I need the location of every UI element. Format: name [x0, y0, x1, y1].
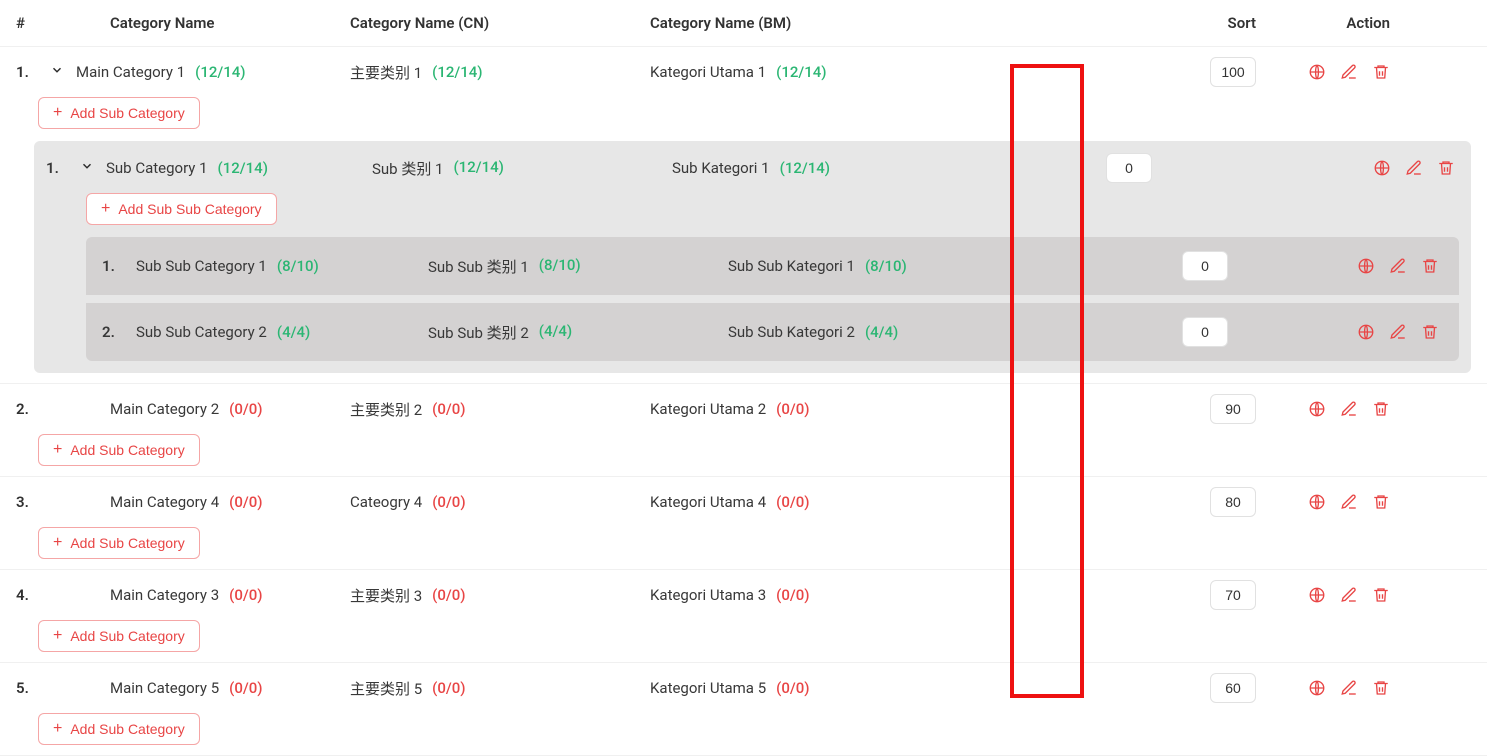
category-name: Main Category 4	[110, 493, 219, 511]
sub-category-name: Sub Category 1	[106, 159, 208, 177]
table-row: 4. Main Category 3 (0/0) 主要类别 3(0/0) Kat…	[0, 570, 1487, 663]
table-row: 2. Main Category 2 (0/0) 主要类别 2(0/0) Kat…	[0, 384, 1487, 477]
edit-icon[interactable]	[1340, 63, 1358, 81]
globe-icon[interactable]	[1357, 323, 1375, 341]
add-sub-category-button[interactable]: +Add Sub Category	[38, 620, 200, 652]
sort-input[interactable]	[1210, 487, 1256, 517]
header-bm: Category Name (BM)	[650, 14, 940, 32]
plus-icon: +	[53, 104, 62, 122]
trash-icon[interactable]	[1372, 400, 1390, 418]
plus-icon: +	[53, 627, 62, 645]
trash-icon[interactable]	[1372, 586, 1390, 604]
sort-input[interactable]	[1182, 317, 1228, 347]
table-row: 5. Main Category 5 (0/0) 主要类别 5(0/0) Kat…	[0, 663, 1487, 756]
plus-icon: +	[53, 441, 62, 459]
header-index: #	[16, 14, 50, 32]
sort-input[interactable]	[1210, 394, 1256, 424]
sort-input[interactable]	[1210, 57, 1256, 87]
edit-icon[interactable]	[1340, 400, 1358, 418]
category-count: (12/14)	[195, 63, 245, 81]
table-row: 1. Sub Sub Category 1 (8/10) Sub Sub 类别 …	[86, 237, 1459, 303]
edit-icon[interactable]	[1340, 493, 1358, 511]
header-cn: Category Name (CN)	[350, 14, 650, 32]
category-name: Main Category 1	[76, 63, 185, 81]
sort-input[interactable]	[1210, 673, 1256, 703]
sub-sub-panel: 1. Sub Sub Category 1 (8/10) Sub Sub 类别 …	[86, 237, 1459, 361]
edit-icon[interactable]	[1340, 586, 1358, 604]
globe-icon[interactable]	[1308, 63, 1326, 81]
header-action: Action	[1280, 14, 1390, 32]
add-sub-category-button[interactable]: +Add Sub Category	[38, 527, 200, 559]
subsub-bm: Sub Sub Kategori 2	[728, 323, 855, 341]
add-sub-sub-category-button[interactable]: + Add Sub Sub Category	[86, 193, 277, 225]
trash-icon[interactable]	[1437, 159, 1455, 177]
globe-icon[interactable]	[1308, 586, 1326, 604]
chevron-down-icon[interactable]	[80, 159, 106, 177]
edit-icon[interactable]	[1389, 323, 1407, 341]
trash-icon[interactable]	[1421, 257, 1439, 275]
globe-icon[interactable]	[1308, 493, 1326, 511]
header-name: Category Name	[50, 14, 350, 32]
subsub-bm: Sub Sub Kategori 1	[728, 257, 855, 275]
category-name-cn: 主要类别 1	[350, 62, 422, 83]
sort-input[interactable]	[1106, 153, 1152, 183]
category-name: Main Category 3	[110, 586, 219, 604]
add-sub-category-button[interactable]: +Add Sub Category	[38, 713, 200, 745]
add-sub-category-button[interactable]: +Add Sub Category	[38, 434, 200, 466]
sub-category-panel: 1. Sub Category 1 (12/14) Sub 类别 1 (12/1…	[34, 141, 1471, 373]
subsub-cn: Sub Sub 类别 1	[428, 256, 529, 277]
sub-category-bm: Sub Kategori 1	[672, 159, 770, 177]
table-row: 1. Main Category 1 (12/14) 主要类别 1 (12/14…	[0, 47, 1487, 384]
category-count-bm: (12/14)	[776, 63, 826, 81]
subsub-cn: Sub Sub 类别 2	[428, 322, 529, 343]
edit-icon[interactable]	[1405, 159, 1423, 177]
category-count-cn: (12/14)	[432, 63, 482, 81]
edit-icon[interactable]	[1340, 679, 1358, 697]
header-sort: Sort	[940, 14, 1280, 32]
sort-input[interactable]	[1182, 251, 1228, 281]
table-header: # Category Name Category Name (CN) Categ…	[0, 0, 1487, 47]
category-name: Main Category 5	[110, 679, 219, 697]
add-sub-category-button[interactable]: + Add Sub Category	[38, 97, 200, 129]
category-name: Main Category 2	[110, 400, 219, 418]
edit-icon[interactable]	[1389, 257, 1407, 275]
chevron-down-icon[interactable]	[50, 63, 64, 81]
category-table: # Category Name Category Name (CN) Categ…	[0, 0, 1487, 756]
row-number: 1.	[46, 159, 80, 177]
table-row: 3. Main Category 4 (0/0) Cateogry 4(0/0)…	[0, 477, 1487, 570]
subsub-name: Sub Sub Category 1	[136, 257, 267, 275]
row-number: 1.	[16, 63, 50, 81]
sub-category-cn: Sub 类别 1	[372, 158, 443, 179]
category-name-bm: Kategori Utama 1	[650, 63, 766, 81]
subsub-name: Sub Sub Category 2	[136, 323, 267, 341]
trash-icon[interactable]	[1421, 323, 1439, 341]
plus-icon: +	[53, 534, 62, 552]
globe-icon[interactable]	[1308, 400, 1326, 418]
globe-icon[interactable]	[1373, 159, 1391, 177]
sort-input[interactable]	[1210, 580, 1256, 610]
trash-icon[interactable]	[1372, 493, 1390, 511]
plus-icon: +	[53, 720, 62, 738]
globe-icon[interactable]	[1357, 257, 1375, 275]
globe-icon[interactable]	[1308, 679, 1326, 697]
trash-icon[interactable]	[1372, 63, 1390, 81]
trash-icon[interactable]	[1372, 679, 1390, 697]
sub-count: (12/14)	[218, 159, 268, 177]
table-row: 2. Sub Sub Category 2 (4/4) Sub Sub 类别 2…	[86, 303, 1459, 361]
plus-icon: +	[101, 200, 110, 218]
